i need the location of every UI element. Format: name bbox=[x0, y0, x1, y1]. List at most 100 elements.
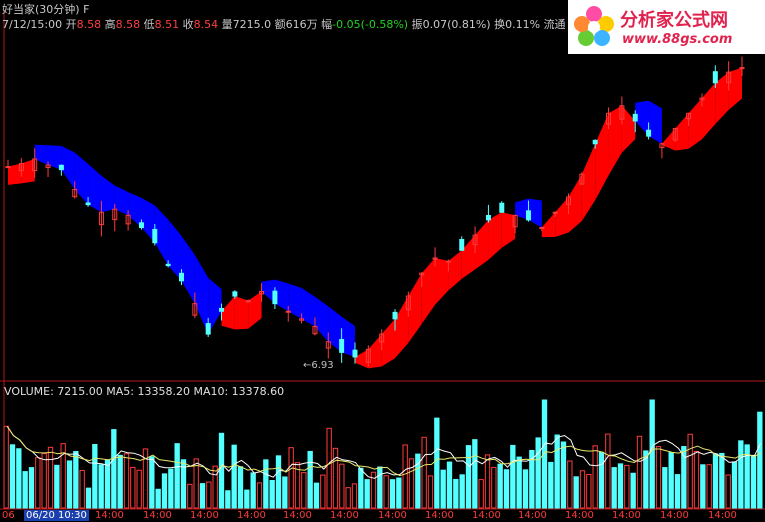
volume-bar bbox=[92, 444, 98, 509]
time-axis-tick: 14:00 bbox=[612, 510, 641, 521]
volume-bar bbox=[719, 452, 725, 509]
volume-bar bbox=[351, 483, 358, 509]
volume-bar bbox=[510, 444, 516, 509]
volume-bar bbox=[586, 473, 592, 509]
volume-bar bbox=[731, 461, 738, 509]
volume-bar bbox=[446, 461, 453, 509]
candle-body bbox=[58, 164, 64, 171]
high-value: 8.58 bbox=[115, 18, 141, 31]
time-axis-tick: 14:00 bbox=[143, 510, 172, 521]
volume-bar bbox=[674, 474, 681, 509]
volume-bar bbox=[434, 417, 440, 509]
candle-body bbox=[85, 202, 91, 206]
volume-bar bbox=[706, 464, 712, 509]
candle-body bbox=[485, 215, 491, 221]
volume-bar bbox=[326, 427, 332, 509]
volume-bar bbox=[472, 439, 478, 509]
candle-body bbox=[739, 67, 745, 70]
volume-bar bbox=[206, 481, 212, 509]
volume-bar bbox=[655, 446, 662, 509]
band-segment bbox=[314, 296, 329, 342]
volume-bar bbox=[617, 463, 624, 509]
volume-bar bbox=[199, 483, 206, 509]
volume-bar bbox=[364, 479, 370, 509]
volume-bar bbox=[301, 472, 307, 509]
volume-bar bbox=[548, 461, 554, 509]
stock-title: 好当家(30分钟) F bbox=[2, 3, 90, 16]
high-label: 高 bbox=[104, 18, 116, 31]
volume-bar bbox=[541, 399, 548, 509]
volume-bar bbox=[320, 474, 326, 509]
chart-title: 好当家(30分钟) F bbox=[2, 1, 89, 17]
trend-band bbox=[8, 67, 742, 369]
time-axis-tick: 14:00 bbox=[190, 510, 219, 521]
volume-bar bbox=[313, 482, 320, 509]
volume-bar bbox=[421, 436, 427, 509]
volume-bar bbox=[307, 450, 313, 509]
volume-bar bbox=[168, 468, 174, 509]
candle-body bbox=[5, 166, 11, 169]
volume-bar bbox=[712, 453, 719, 509]
volume-bar bbox=[117, 454, 123, 509]
time-axis-tick: 14:00 bbox=[237, 510, 266, 521]
candle-body bbox=[339, 339, 345, 353]
volume-bar bbox=[16, 448, 22, 509]
time-axis-tick: 14:00 bbox=[330, 510, 359, 521]
candle-body bbox=[178, 272, 184, 282]
time-axis-tick: 14:00 bbox=[472, 510, 501, 521]
candle-body bbox=[592, 139, 598, 145]
volume-bar bbox=[427, 475, 434, 509]
time-axis-tick: 14:00 bbox=[708, 510, 737, 521]
band-segment bbox=[595, 113, 609, 201]
low-value: 8.51 bbox=[154, 18, 180, 31]
candle-body bbox=[499, 202, 505, 213]
volume-bar bbox=[497, 463, 503, 509]
change-label: 幅 bbox=[321, 18, 333, 31]
volume-bar bbox=[598, 451, 605, 509]
band-segment bbox=[248, 291, 262, 329]
volume-bar bbox=[649, 399, 655, 509]
volume-bar bbox=[624, 464, 630, 509]
volume-bar bbox=[668, 452, 674, 509]
volume-bar bbox=[28, 467, 35, 509]
volume-bar bbox=[687, 433, 693, 509]
volume-bar bbox=[104, 459, 111, 509]
band-segment bbox=[688, 98, 702, 149]
volume-bar bbox=[41, 453, 47, 509]
candle-body bbox=[205, 323, 211, 335]
volume-bar bbox=[636, 435, 643, 509]
float-label: 流通 bbox=[543, 18, 566, 31]
band-segment bbox=[541, 212, 556, 238]
close-value: 8.54 bbox=[193, 18, 219, 31]
band-segment bbox=[421, 257, 436, 324]
volume-bar bbox=[79, 469, 85, 509]
volume-bar bbox=[54, 464, 60, 509]
volume-bar bbox=[231, 444, 237, 509]
time-axis-tick: 06 bbox=[2, 510, 15, 521]
volume-bar bbox=[560, 441, 567, 509]
quote-bar: 7/12/15:00 开8.58 高8.58 低8.51 收8.54 量7215… bbox=[2, 16, 566, 32]
volume-bar bbox=[35, 457, 41, 509]
volume-bar bbox=[161, 473, 168, 509]
watermark-title: 分析家公式网 bbox=[620, 10, 728, 31]
volume-bar bbox=[250, 472, 256, 509]
volume-bar bbox=[22, 471, 28, 509]
amplitude-value: 0.07(0.81%) bbox=[422, 18, 491, 31]
candle-body bbox=[712, 71, 718, 84]
candle-body bbox=[646, 129, 652, 137]
candle-body bbox=[525, 210, 531, 221]
volume-bar bbox=[218, 432, 225, 509]
band-segment bbox=[288, 283, 302, 319]
volume-bar bbox=[478, 479, 484, 509]
open-value: 8.58 bbox=[76, 18, 102, 31]
volume-bar bbox=[503, 469, 510, 509]
volume-bar bbox=[465, 445, 472, 509]
candle-body bbox=[152, 228, 158, 244]
volume-bar bbox=[9, 444, 16, 509]
change-value: -0.05(-0.58%) bbox=[332, 18, 409, 31]
time-axis-tick: 14:00 bbox=[283, 510, 312, 521]
volume-value: 7215.0 bbox=[232, 18, 272, 31]
time-axis-tick: 14:00 bbox=[95, 510, 124, 521]
volume-bar bbox=[750, 454, 757, 509]
volume-bar bbox=[554, 434, 560, 509]
